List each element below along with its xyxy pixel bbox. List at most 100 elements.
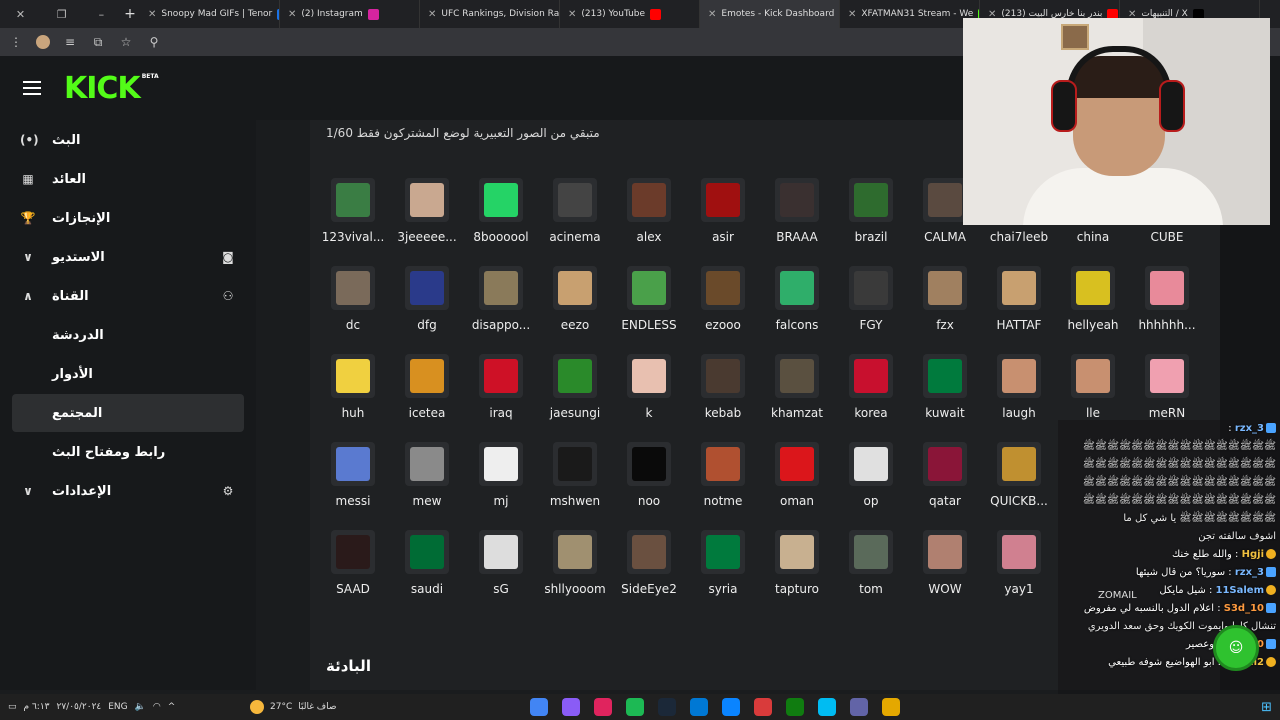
volume-icon[interactable]: 🔈: [135, 702, 146, 712]
emote-tile[interactable]: notme: [688, 442, 758, 522]
close-tab-icon[interactable]: ✕: [848, 9, 856, 20]
sidebar-item[interactable]: ∧ القناة ⚇: [12, 277, 244, 315]
chat-username[interactable]: Hgji: [1242, 549, 1264, 560]
emote-tile[interactable]: korea: [836, 354, 906, 434]
extensions-icon[interactable]: ⧉: [90, 35, 106, 50]
emote-tile[interactable]: 3jeeeee...: [392, 178, 462, 258]
emote-tile[interactable]: ENDLESS: [614, 266, 684, 346]
bookmark-star-icon[interactable]: ☆: [118, 35, 134, 49]
emote-tile[interactable]: kuwait: [910, 354, 980, 434]
emote-tile[interactable]: oman: [762, 442, 832, 522]
emote-tile[interactable]: mj: [466, 442, 536, 522]
emote-tile[interactable]: acinema: [540, 178, 610, 258]
taskbar-app-icon[interactable]: [690, 698, 708, 716]
emote-tile[interactable]: FGY: [836, 266, 906, 346]
emote-tile[interactable]: fzx: [910, 266, 980, 346]
wifi-icon[interactable]: ◠: [153, 702, 161, 712]
emote-tile[interactable]: syria: [688, 530, 758, 610]
sidebar-item[interactable]: ∨ الاستديو ◙: [12, 238, 244, 276]
emote-tile[interactable]: kebab: [688, 354, 758, 434]
emote-tile[interactable]: hhhhhh...: [1132, 266, 1202, 346]
browser-tab[interactable]: ✕ UFC Rankings, Division Ra: [420, 0, 560, 28]
chat-username[interactable]: 11Salem: [1216, 585, 1265, 596]
tray-expand-icon[interactable]: ^: [168, 702, 176, 712]
sidebar-item[interactable]: الأدوار: [12, 355, 244, 393]
emote-tile[interactable]: 8boooool: [466, 178, 536, 258]
emote-tile[interactable]: laugh: [984, 354, 1054, 434]
browser-tab[interactable]: ✕ (2) Instagram: [280, 0, 420, 28]
sidebar-item[interactable]: ▦ العائد: [12, 160, 244, 198]
minimize-window-icon[interactable]: –: [99, 8, 105, 21]
taskbar-app-icon[interactable]: [658, 698, 676, 716]
emote-tile[interactable]: iraq: [466, 354, 536, 434]
clock-date[interactable]: ٢٧/٠٥/٢٠٢٤: [57, 702, 102, 712]
weather-widget[interactable]: 27°C صاف غالبًا: [250, 700, 530, 714]
emote-tile[interactable]: mshwen: [540, 442, 610, 522]
emote-tile[interactable]: ezooo: [688, 266, 758, 346]
emote-tile[interactable]: HATTAF: [984, 266, 1054, 346]
close-window-icon[interactable]: ✕: [16, 8, 25, 21]
chat-username[interactable]: S3d_10: [1224, 603, 1264, 614]
emote-tile[interactable]: yay1: [984, 530, 1054, 610]
reading-list-icon[interactable]: ≡: [62, 35, 78, 49]
taskbar-app-icon[interactable]: [530, 698, 548, 716]
chat-username[interactable]: rzx_3: [1235, 567, 1264, 578]
emote-tile[interactable]: hellyeah: [1058, 266, 1128, 346]
close-tab-icon[interactable]: ✕: [148, 9, 156, 20]
sidebar-item[interactable]: المجتمع: [12, 394, 244, 432]
new-tab-button[interactable]: +: [120, 6, 140, 22]
emote-tile[interactable]: QUICKB...: [984, 442, 1054, 522]
taskbar-app-icon[interactable]: [626, 698, 644, 716]
taskbar-app-icon[interactable]: [818, 698, 836, 716]
emote-tile[interactable]: icetea: [392, 354, 462, 434]
sidebar-item[interactable]: الدردشة: [12, 316, 244, 354]
emote-tile[interactable]: BRAAA: [762, 178, 832, 258]
emote-tile[interactable]: dfg: [392, 266, 462, 346]
profile-avatar[interactable]: [36, 35, 50, 49]
emote-tile[interactable]: mew: [392, 442, 462, 522]
chat-username[interactable]: rzx_3: [1235, 423, 1264, 434]
browser-tab[interactable]: ✕ XFATMAN31 Stream - We: [840, 0, 980, 28]
emote-tile[interactable]: asir: [688, 178, 758, 258]
taskbar-app-icon[interactable]: [786, 698, 804, 716]
emote-tile[interactable]: messi: [318, 442, 388, 522]
hamburger-menu-icon[interactable]: [0, 56, 64, 120]
emote-tile[interactable]: WOW: [910, 530, 980, 610]
emote-tile[interactable]: eezo: [540, 266, 610, 346]
emote-tile[interactable]: dc: [318, 266, 388, 346]
emote-tile[interactable]: brazil: [836, 178, 906, 258]
emote-tile[interactable]: SideEye2: [614, 530, 684, 610]
taskbar-app-icon[interactable]: [882, 698, 900, 716]
emote-tile[interactable]: op: [836, 442, 906, 522]
taskbar-app-icon[interactable]: [722, 698, 740, 716]
search-icon[interactable]: ⚲: [146, 35, 162, 49]
close-tab-icon[interactable]: ✕: [428, 9, 436, 20]
emote-tile[interactable]: noo: [614, 442, 684, 522]
emote-tile[interactable]: k: [614, 354, 684, 434]
kick-logo[interactable]: KICK BETA: [64, 71, 159, 106]
chat-overlay-icon[interactable]: ☺: [1213, 625, 1259, 671]
browser-tab[interactable]: ✕ Snoopy Mad GIFs | Tenor: [140, 0, 280, 28]
browser-tab[interactable]: ✕ (213) YouTube: [560, 0, 700, 28]
sidebar-item[interactable]: 🏆 الإنجازات: [12, 199, 244, 237]
sidebar-item[interactable]: رابط ومفتاح البث: [12, 433, 244, 471]
close-tab-icon[interactable]: ✕: [708, 9, 716, 20]
notification-icon[interactable]: ▭: [8, 702, 17, 712]
taskbar-app-icon[interactable]: [594, 698, 612, 716]
emote-tile[interactable]: tom: [836, 530, 906, 610]
emote-tile[interactable]: qatar: [910, 442, 980, 522]
taskbar-app-icon[interactable]: [754, 698, 772, 716]
emote-tile[interactable]: disappo...: [466, 266, 536, 346]
emote-tile[interactable]: khamzat: [762, 354, 832, 434]
start-menu-icon[interactable]: ⊞: [1261, 700, 1272, 715]
browser-tab[interactable]: ✕ Emotes - Kick Dashboard: [700, 0, 840, 28]
close-tab-icon[interactable]: ✕: [288, 9, 296, 20]
restore-window-icon[interactable]: ❐: [57, 8, 67, 21]
emote-tile[interactable]: falcons: [762, 266, 832, 346]
menu-dots-icon[interactable]: ⋮: [8, 35, 24, 49]
close-tab-icon[interactable]: ✕: [568, 9, 576, 20]
taskbar-app-icon[interactable]: [850, 698, 868, 716]
emote-tile[interactable]: jaesungi: [540, 354, 610, 434]
emote-tile[interactable]: 123vival...: [318, 178, 388, 258]
emote-tile[interactable]: alex: [614, 178, 684, 258]
